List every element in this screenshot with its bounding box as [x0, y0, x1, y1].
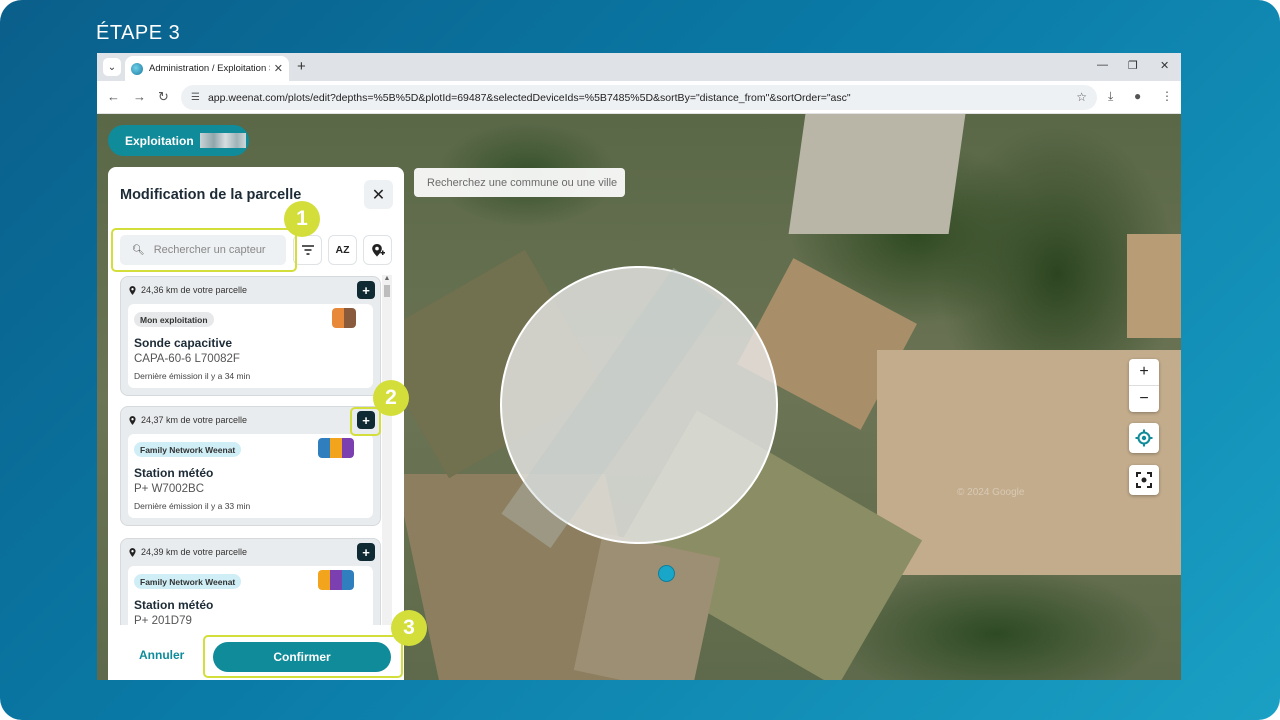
sensor-card[interactable]: 24,39 km de votre parcelle + Family Netw…	[120, 538, 381, 625]
last-emission: Dernière émission il y a 34 min	[134, 371, 251, 381]
sensor-list-scrollbar[interactable]: ▲ ▼	[382, 275, 392, 631]
add-sensor-button[interactable]	[363, 235, 392, 265]
close-window-button[interactable]: ✕	[1160, 59, 1169, 72]
browser-toolbar: ← → ↻ ☰ app.weenat.com/plots/edit?depths…	[97, 81, 1181, 114]
tab-search-icon[interactable]: ⌄	[103, 58, 121, 76]
map-field	[788, 114, 966, 234]
back-icon[interactable]: ←	[107, 89, 120, 104]
zoom-out-button[interactable]: −	[1129, 386, 1159, 412]
browser-window: ⌄ Administration / Exploitation Sa ✕ + —…	[97, 53, 1181, 680]
sensor-details: Mon exploitation Sonde capacitive CAPA-6…	[128, 304, 373, 388]
distance-text: 24,39 km de votre parcelle	[141, 547, 248, 557]
humidity-icon	[342, 438, 354, 458]
sensor-details: Family Network Weenat Station météo P+ 2…	[128, 566, 373, 625]
farm-name-redacted	[199, 133, 246, 148]
browser-tab[interactable]: Administration / Exploitation Sa ✕	[125, 56, 289, 81]
tab-strip: ⌄ Administration / Exploitation Sa ✕ + —…	[97, 53, 1181, 81]
sensor-serial: P+ 201D79	[134, 615, 192, 625]
map-pin-icon	[129, 285, 136, 295]
sensor-details: Family Network Weenat Station météo P+ W…	[128, 434, 373, 518]
sensor-card[interactable]: 24,37 km de votre parcelle + Family Netw…	[120, 406, 381, 526]
owner-badge: Family Network Weenat	[134, 574, 242, 589]
forward-icon[interactable]: →	[133, 89, 146, 104]
browser-menu-icon[interactable]: ⋮	[1161, 89, 1173, 103]
profile-icon[interactable]: ●	[1134, 89, 1141, 103]
sensor-serial: P+ W7002BC	[134, 483, 204, 495]
url-text: app.weenat.com/plots/edit?depths=%5B%5D&…	[207, 91, 851, 104]
sensor-card[interactable]: 24,36 km de votre parcelle + Mon exploit…	[120, 276, 381, 396]
zoom-control: + −	[1129, 359, 1159, 412]
step-badge-2: 2	[373, 380, 409, 416]
focus-frame-icon	[1136, 472, 1152, 488]
sensor-list: 24,36 km de votre parcelle + Mon exploit…	[108, 275, 404, 625]
temperature-icon	[318, 570, 330, 590]
tab-title: Administration / Exploitation Sa	[149, 63, 270, 74]
soil-temperature-icon	[344, 308, 356, 328]
rain-gauge-icon	[342, 570, 354, 590]
highlight-sensor-search	[111, 228, 297, 272]
last-emission: Dernière émission il y a 33 min	[134, 501, 251, 511]
tab-close-icon[interactable]: ✕	[274, 62, 283, 75]
highlight-confirm-button	[203, 635, 403, 678]
step-badge-3: 3	[391, 610, 427, 646]
add-sensor-to-plot-button[interactable]: +	[357, 281, 375, 299]
download-icon[interactable]: ⤓	[1108, 89, 1113, 104]
locate-me-button[interactable]	[1129, 423, 1159, 453]
sensor-type-icons	[318, 438, 354, 458]
filter-button[interactable]	[293, 235, 322, 265]
new-tab-button[interactable]: +	[297, 58, 306, 75]
bookmark-star-icon[interactable]: ☆	[1076, 90, 1087, 104]
map-location-search-input[interactable]: Recherchez une commune ou une ville	[414, 168, 625, 197]
distance-row: 24,39 km de votre parcelle	[129, 547, 247, 557]
site-settings-icon[interactable]: ☰	[191, 92, 200, 103]
distance-row: 24,37 km de votre parcelle	[129, 415, 247, 425]
farm-label: Exploitation	[125, 133, 194, 148]
scrollbar-thumb[interactable]	[384, 285, 390, 297]
address-bar[interactable]: ☰ app.weenat.com/plots/edit?depths=%5B%5…	[181, 85, 1097, 110]
owner-badge: Family Network Weenat	[134, 442, 242, 457]
fit-bounds-button[interactable]	[1129, 465, 1159, 495]
distance-row: 24,36 km de votre parcelle	[129, 285, 247, 295]
add-sensor-to-plot-button[interactable]: +	[357, 543, 375, 561]
map-attribution: © 2024 Google	[957, 487, 1025, 498]
scroll-up-icon[interactable]: ▲	[382, 275, 392, 282]
sensor-name: Sonde capacitive	[134, 336, 233, 350]
map-pin-icon	[129, 415, 136, 425]
distance-text: 24,37 km de votre parcelle	[141, 415, 248, 425]
sort-az-icon: AZ	[335, 244, 350, 256]
close-panel-button[interactable]: ✕	[364, 180, 393, 209]
panel-title: Modification de la parcelle	[120, 187, 302, 203]
sensor-name: Station météo	[134, 598, 214, 612]
restore-button[interactable]: ❐	[1128, 59, 1138, 72]
device-location-marker[interactable]	[658, 565, 675, 582]
map-page: © 2024 Google Exploitation Recherchez un…	[97, 114, 1181, 680]
rain-gauge-icon	[318, 438, 330, 458]
minimize-button[interactable]: —	[1097, 59, 1108, 71]
sensor-serial: CAPA-60-6 L70082F	[134, 353, 240, 365]
reload-icon[interactable]: ↻	[158, 89, 169, 105]
distance-text: 24,36 km de votre parcelle	[141, 285, 248, 295]
zoom-in-button[interactable]: +	[1129, 359, 1159, 385]
highlight-add-button	[350, 407, 381, 436]
crosshair-icon	[1135, 429, 1153, 447]
farm-selector[interactable]: Exploitation	[108, 125, 249, 156]
filter-icon	[301, 245, 314, 255]
plot-radius-circle	[500, 266, 778, 549]
cancel-button[interactable]: Annuler	[139, 648, 184, 662]
weenat-favicon-icon	[131, 62, 143, 75]
tutorial-slide: ÉTAPE 3 ⌄ Administration / Exploitation …	[0, 0, 1280, 720]
step-title: ÉTAPE 3	[96, 22, 181, 44]
humidity-icon	[330, 570, 342, 590]
sensor-name: Station météo	[134, 466, 214, 480]
temperature-icon	[330, 438, 342, 458]
sensor-type-icons	[332, 308, 356, 328]
map-field	[1127, 234, 1181, 338]
step-badge-1: 1	[284, 201, 320, 237]
sensor-type-icons	[318, 570, 354, 590]
add-pin-icon	[371, 243, 385, 256]
sort-button[interactable]: AZ	[328, 235, 357, 265]
owner-badge: Mon exploitation	[134, 312, 214, 327]
soil-moisture-icon	[332, 308, 344, 328]
map-pin-icon	[129, 547, 136, 557]
